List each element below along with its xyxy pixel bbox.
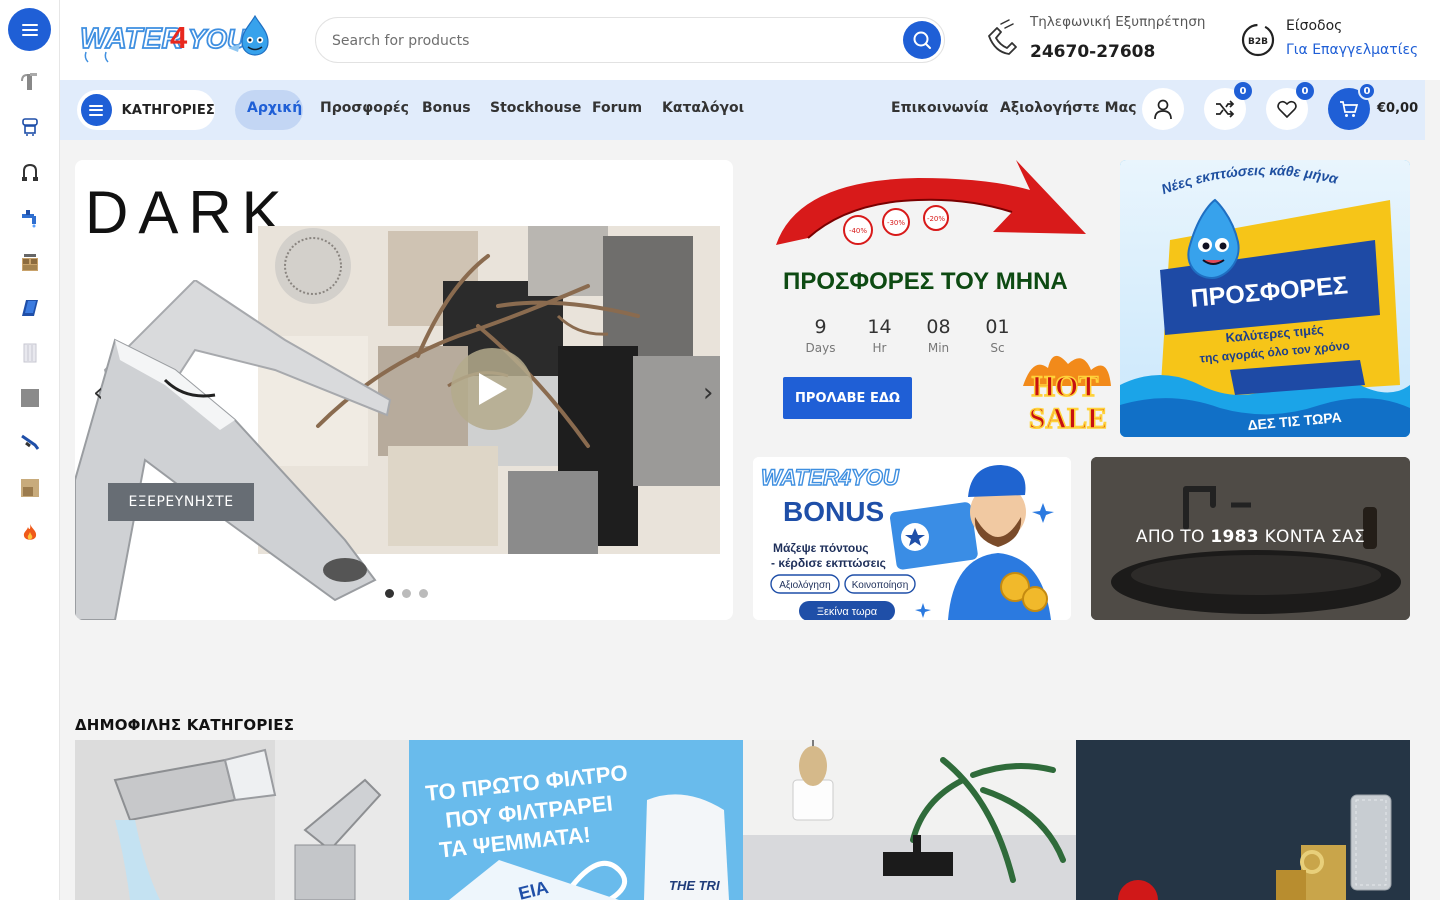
siphon-icon[interactable]: [20, 163, 40, 183]
since-1983-banner[interactable]: ΑΠΟ ΤΟ 1983 ΚΟΝΤΑ ΣΑΣ: [1091, 457, 1410, 620]
cart-count: 0: [1358, 82, 1376, 100]
slider-dot-1[interactable]: [384, 588, 394, 598]
play-video-button[interactable]: [451, 348, 533, 430]
play-icon: [479, 373, 507, 405]
support-label: Τηλεφωνική Εξυπηρέτηση: [1030, 14, 1206, 30]
promo-title: ΠΡΟΣΦΟΡΕΣ ΤΟΥ ΜΗΝΑ: [783, 268, 1068, 295]
slider-dot-3[interactable]: [418, 588, 428, 598]
svg-text:- κέρδισε εκπτώσεις: - κέρδισε εκπτώσεις: [771, 556, 886, 570]
compare-button[interactable]: 0: [1204, 82, 1252, 130]
cart-button[interactable]: 0: [1328, 82, 1376, 130]
svg-text:B2B: B2B: [1248, 37, 1268, 47]
category-tile-bathroom[interactable]: [743, 740, 1076, 900]
search-icon: [913, 31, 931, 49]
red-arrow-graphic: -40% -30% -20%: [776, 160, 1086, 245]
svg-text:WATER: WATER: [80, 23, 183, 55]
svg-text:BONUS: BONUS: [783, 496, 884, 527]
nav-item-stockhouse[interactable]: Stockhouse: [490, 100, 581, 116]
menu-icon: [81, 94, 112, 126]
category-tile-plumbing-fittings[interactable]: [1076, 740, 1410, 900]
pipe-icon[interactable]: [20, 433, 40, 453]
wishlist-count: 0: [1296, 82, 1314, 100]
user-icon: [1154, 99, 1172, 120]
shower-icon[interactable]: [20, 117, 40, 137]
faucet-product-image: [75, 280, 392, 620]
slider-prev-arrow[interactable]: ‹: [93, 378, 103, 408]
slider-pagination: [375, 582, 437, 604]
countdown-days: 9 Days: [805, 316, 836, 355]
svg-text:Κοινοποίηση: Κοινοποίηση: [852, 579, 909, 591]
nav-item-catalogs[interactable]: Καταλόγοι: [662, 100, 744, 116]
countdown-minutes: 08 Min: [926, 316, 951, 355]
category-rail: [0, 0, 60, 900]
stone-icon[interactable]: [20, 388, 40, 408]
nav-item-offers[interactable]: Προσφορές: [320, 100, 409, 116]
nav-item-home[interactable]: Αρχική: [247, 100, 302, 116]
account-button[interactable]: [1142, 88, 1184, 130]
slider-dot-2[interactable]: [401, 588, 411, 598]
bonus-banner[interactable]: WATER4YOU BONUS Μάζεψε πόντους - κέρδισε…: [753, 457, 1071, 620]
svg-text:Ξεκίνα τωρα: Ξεκίνα τωρα: [817, 606, 878, 618]
fire-icon[interactable]: [20, 523, 40, 543]
search-button[interactable]: [903, 21, 941, 59]
wood-icon[interactable]: [20, 478, 40, 498]
search-input[interactable]: [332, 29, 892, 53]
compare-count: 0: [1234, 82, 1252, 100]
login-link[interactable]: Είσοδος: [1286, 18, 1342, 34]
nav-item-bonus[interactable]: Bonus: [422, 100, 471, 116]
support-phone[interactable]: 24670-27608: [1030, 42, 1155, 62]
wishlist-button[interactable]: 0: [1266, 82, 1314, 130]
since-1983-text: ΑΠΟ ΤΟ 1983 ΚΟΝΤΑ ΣΑΣ: [1135, 527, 1366, 547]
cart-total[interactable]: €0,00: [1377, 101, 1418, 116]
svg-text:WATER4YOU: WATER4YOU: [761, 465, 900, 490]
svg-text:HOT: HOT: [1032, 370, 1099, 403]
professionals-link[interactable]: Για Επαγγελματίες: [1286, 42, 1418, 58]
nav-item-forum[interactable]: Forum: [592, 100, 642, 116]
category-tile-faucets[interactable]: [75, 740, 409, 900]
categories-button[interactable]: ΚΑΤΗΓΟΡΙΕΣ: [77, 90, 215, 130]
svg-text:SALE: SALE: [1029, 402, 1107, 434]
monthly-offers-promo: -40% -30% -20% ΠΡΟΣΦΟΡΕΣ ΤΟΥ ΜΗΝΑ 9 Days …: [753, 160, 1118, 437]
nav-item-contact[interactable]: Επικοινωνία: [891, 100, 988, 116]
svg-text:-20%: -20%: [927, 215, 945, 223]
slider-next-arrow[interactable]: ›: [703, 378, 713, 408]
search-bar: [315, 17, 945, 63]
svg-text:4: 4: [170, 20, 188, 55]
offers-banner[interactable]: Νέες εκπτώσεις κάθε μήνα ΠΡΟΣΦΟΡΕΣ Καλύτ…: [1120, 160, 1410, 437]
menu-icon[interactable]: [8, 8, 51, 51]
cabinet-icon[interactable]: [20, 253, 40, 273]
hero-slider: DARK ‹ › ΕΞΕΡΕΥΝΗΣΤΕ: [75, 160, 733, 620]
svg-text:YOU: YOU: [188, 24, 248, 54]
svg-text:Μάζεψε πόντους: Μάζεψε πόντους: [773, 541, 868, 555]
tap-icon[interactable]: [20, 208, 40, 228]
explore-button[interactable]: ΕΞΕΡΕΥΝΗΣΤΕ: [108, 483, 254, 521]
countdown-hours: 14 Hr: [867, 316, 892, 355]
nav-item-rate-us[interactable]: Αξιολογήστε Μας: [1000, 100, 1137, 116]
heart-icon: [1277, 100, 1297, 118]
shuffle-icon: [1216, 100, 1235, 118]
b2b-icon[interactable]: B2B: [1240, 22, 1276, 58]
svg-text:-30%: -30%: [887, 219, 905, 227]
cart-icon: [1340, 101, 1359, 117]
main-nav: ΚΑΤΗΓΟΡΙΕΣ Αρχική Προσφορές Bonus Stockh…: [60, 80, 1425, 140]
grab-offer-button[interactable]: ΠΡΟΛΑΒΕ ΕΔΩ: [783, 377, 912, 419]
svg-text:Αξιολόγηση: Αξιολόγηση: [779, 579, 830, 591]
category-tile-water-filters[interactable]: ΤΟ ΠΡΩΤΟ ΦΙΛΤΡΟ ΠΟΥ ΦΙΛΤΡΑΡΕΙ ΤΑ ΨΕΜΜΑΤΑ…: [409, 740, 743, 900]
countdown-timer: 9 Days 14 Hr 08 Min 01 Sc: [791, 316, 1027, 355]
categories-label: ΚΑΤΗΓΟΡΙΕΣ: [121, 102, 215, 118]
site-header: WATER 4 YOU Τηλεφωνική Εξυπηρέτηση 24670…: [60, 0, 1440, 80]
site-logo[interactable]: WATER 4 YOU: [79, 12, 272, 66]
faucet-icon[interactable]: [20, 72, 40, 92]
svg-text:-40%: -40%: [849, 227, 867, 235]
popular-categories-heading: ΔΗΜΟΦΙΛΗΣ ΚΑΤΗΓΟΡΙΕΣ: [75, 716, 295, 734]
svg-text:THE TRI: THE TRI: [669, 878, 720, 893]
hot-sale-graphic: HOT SALE: [1023, 355, 1111, 434]
tile-icon[interactable]: [20, 298, 40, 318]
radiator-icon[interactable]: [20, 343, 40, 363]
phone-support-icon: [983, 18, 1021, 58]
